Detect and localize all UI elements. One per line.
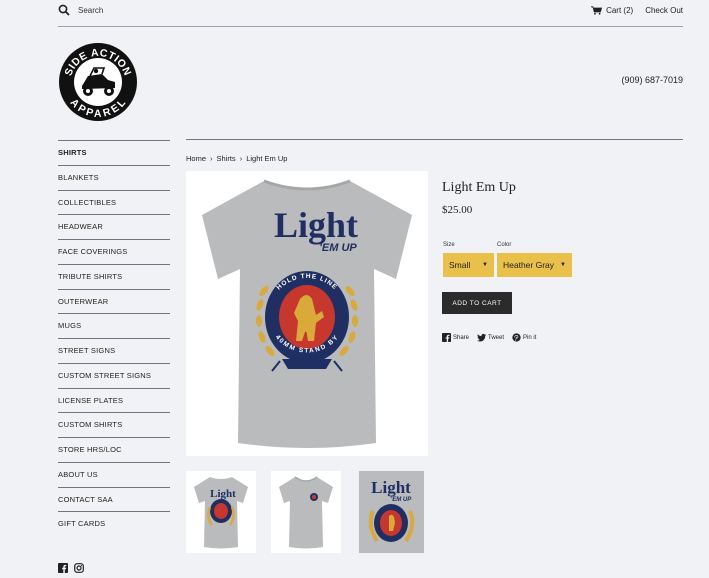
breadcrumb-shirts[interactable]: Shirts xyxy=(217,154,236,163)
breadcrumb-home[interactable]: Home xyxy=(186,154,206,163)
sidebar-item-mugs[interactable]: MUGS xyxy=(58,313,170,338)
twitter-icon xyxy=(477,333,487,342)
sidebar-item-collectibles[interactable]: COLLECTIBLES xyxy=(58,189,170,215)
content-divider xyxy=(186,139,683,140)
tweet-label: Tweet xyxy=(488,334,505,341)
thumb-graphic-em-up-text: 'EM UP xyxy=(391,497,412,503)
store-logo[interactable]: SIDE ACTION APPAREL xyxy=(58,42,138,122)
thumb-graphic-light-text: Light xyxy=(371,478,411,497)
share-label: Share xyxy=(453,334,470,341)
sidebar-item-blankets[interactable]: BLANKETS xyxy=(58,164,170,190)
sidebar-nav: SHIRTS BLANKETS COLLECTIBLES HEADWEAR FA… xyxy=(58,140,170,536)
cart-link[interactable]: Cart (2) xyxy=(606,6,633,15)
breadcrumb-current: Light Em Up xyxy=(246,154,288,163)
color-label: Color xyxy=(497,242,512,248)
chevron-down-icon: ▼ xyxy=(482,262,488,268)
sidebar-item-shirts[interactable]: SHIRTS xyxy=(58,140,170,165)
sidebar-item-contact[interactable]: CONTACT SAA xyxy=(58,486,170,512)
product-thumbnail-graphic[interactable]: Light 'EM UP xyxy=(359,471,424,553)
sidebar-item-outerwear[interactable]: OUTERWEAR xyxy=(58,288,170,314)
thumb-graphic-light-text: Light xyxy=(210,488,236,500)
size-select-value: Small xyxy=(449,260,471,270)
share-twitter-button[interactable]: Tweet xyxy=(477,333,504,342)
sidebar-item-street-signs[interactable]: STREET SIGNS xyxy=(58,338,170,363)
store-phone: (909) 687-7019 xyxy=(621,75,683,85)
share-facebook-button[interactable]: Share xyxy=(442,333,469,342)
search-label: Search xyxy=(78,5,104,15)
graphic-light-text: Light xyxy=(274,205,358,245)
breadcrumb: Home › Shirts › Light Em Up xyxy=(186,154,287,163)
product-thumbnail-back[interactable]: Light xyxy=(186,471,256,553)
sidebar-item-face-coverings[interactable]: FACE COVERINGS xyxy=(58,239,170,264)
product-title: Light Em Up xyxy=(442,180,516,195)
size-label: Size xyxy=(443,242,455,248)
product-price: $25.00 xyxy=(442,204,473,216)
facebook-icon[interactable] xyxy=(58,563,68,573)
top-bar: Search Cart (2) Check Out xyxy=(58,0,683,27)
share-buttons: Share Tweet Pin it xyxy=(442,333,536,342)
instagram-icon[interactable] xyxy=(74,563,84,573)
add-to-cart-button[interactable]: ADD TO CART xyxy=(442,292,512,314)
social-links xyxy=(58,563,84,573)
chevron-down-icon: ▼ xyxy=(560,262,566,268)
product-thumbnail-front[interactable] xyxy=(271,471,341,553)
sidebar-item-about-us[interactable]: ABOUT US xyxy=(58,461,170,487)
search-icon xyxy=(58,4,70,16)
facebook-icon xyxy=(442,333,451,342)
share-pinterest-button[interactable]: Pin it xyxy=(512,333,536,342)
sidebar-item-custom-street-signs[interactable]: CUSTOM STREET SIGNS xyxy=(58,362,170,388)
sidebar-item-store-hours[interactable]: STORE HRS/LOC xyxy=(58,437,170,462)
pin-label: Pin it xyxy=(523,334,537,341)
graphic-em-up-text: 'EM UP xyxy=(319,242,357,254)
color-select-value: Heather Gray xyxy=(503,260,555,270)
product-main-image[interactable]: Light 'EM UP HOLD THE LINE 40MM STAND BY xyxy=(186,171,428,456)
search-link[interactable]: Search xyxy=(58,4,103,16)
sidebar-item-tribute-shirts[interactable]: TRIBUTE SHIRTS xyxy=(58,263,170,289)
sidebar-item-gift-cards[interactable]: GIFT CARDS xyxy=(58,511,170,536)
color-select[interactable]: Heather Gray ▼ xyxy=(497,253,572,277)
checkout-link[interactable]: Check Out xyxy=(645,6,683,15)
sidebar-item-headwear[interactable]: HEADWEAR xyxy=(58,214,170,239)
breadcrumb-separator: › xyxy=(210,154,213,163)
sidebar-item-custom-shirts[interactable]: CUSTOM SHIRTS xyxy=(58,412,170,437)
size-select[interactable]: Small ▼ xyxy=(443,253,494,277)
pinterest-icon xyxy=(512,333,521,342)
breadcrumb-separator: › xyxy=(239,154,243,163)
cart-icon[interactable] xyxy=(591,6,603,15)
sidebar-item-license-plates[interactable]: LICENSE PLATES xyxy=(58,387,170,413)
